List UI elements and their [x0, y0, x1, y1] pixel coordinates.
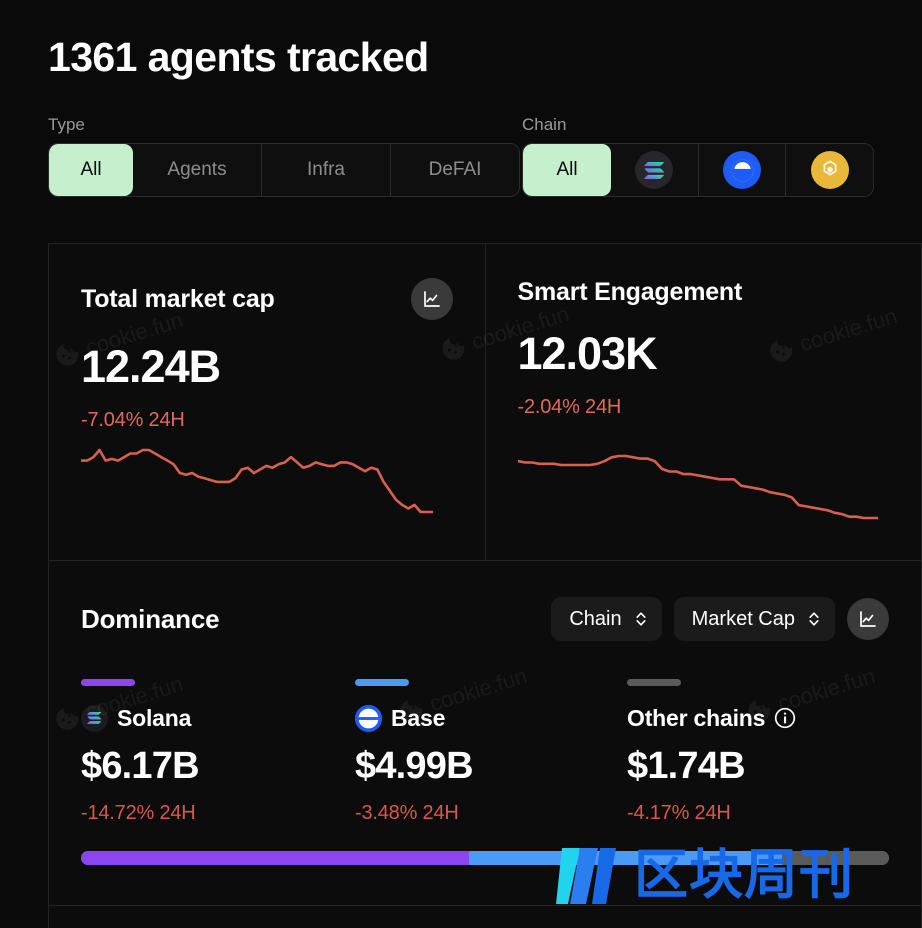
stat-value: 12.03K: [517, 328, 658, 379]
dashboard-page: 1361 agents tracked Type All Agents Infr…: [0, 0, 922, 928]
chain-filter-label: Chain: [522, 115, 567, 134]
chain-filter-group: Chain All: [522, 116, 874, 197]
dominance-item-name: Solana: [117, 704, 192, 731]
group-by-select-value: Chain: [569, 607, 622, 630]
stat-card-header: Total market cap: [81, 278, 453, 320]
dominance-item-other-chains: Other chains $1.74B -4.17% 24H: [627, 679, 889, 825]
stat-title: Total market cap: [81, 284, 275, 313]
type-tab-infra[interactable]: Infra: [262, 144, 391, 196]
type-tab-defai[interactable]: DeFAI: [391, 144, 519, 196]
metric-select-value: Market Cap: [691, 607, 795, 630]
dominance-progress-segment-other: [782, 851, 889, 865]
dominance-item-header: Other chains: [627, 703, 889, 733]
dominance-stats: Solana $6.17B -14.72% 24H Base $4.99B -3…: [81, 679, 889, 825]
chain-tab-bnb[interactable]: [786, 144, 873, 196]
chain-segmented-control: All: [522, 143, 874, 197]
dominance-title: Dominance: [81, 603, 220, 634]
dominance-item-value: $6.17B: [81, 745, 200, 787]
dominance-progress-bar[interactable]: [81, 851, 889, 865]
stat-title: Smart Engagement: [517, 278, 743, 306]
stat-change: -2.04% 24H: [517, 396, 622, 418]
metric-select[interactable]: Market Cap: [673, 597, 835, 641]
panel-next-section: [49, 906, 921, 928]
solana-icon: [635, 151, 674, 189]
type-segmented-control: All Agents Infra DeFAI: [48, 143, 520, 197]
dominance-item-value: $1.74B: [627, 745, 746, 787]
chevron-updown-icon: [636, 612, 646, 626]
bnb-icon: [810, 151, 849, 189]
dominance-item-value: $4.99B: [355, 745, 474, 787]
base-icon: [355, 704, 382, 732]
type-filter-label: Type: [48, 115, 85, 134]
dominance-item-change: -4.17% 24H: [627, 802, 731, 824]
stat-card-total-market-cap: Total market cap 12.24B -7.04% 24H: [49, 244, 486, 560]
market-cap-sparkline: [81, 448, 433, 514]
chain-tab-all[interactable]: All: [523, 144, 611, 196]
type-tab-agents[interactable]: Agents: [133, 144, 262, 196]
base-icon: [723, 151, 761, 189]
stat-value: 12.24B: [81, 341, 221, 392]
line-chart-icon-button[interactable]: [410, 278, 453, 320]
group-by-select[interactable]: Chain: [551, 597, 662, 641]
type-filter-group: Type All Agents Infra DeFAI: [48, 116, 522, 197]
type-tab-all[interactable]: All: [49, 144, 133, 196]
dominance-header: Dominance Chain Market Cap: [81, 597, 889, 641]
solana-icon: [81, 704, 108, 732]
dominance-controls: Chain Market Cap: [551, 597, 889, 641]
dominance-chart-icon-button[interactable]: [847, 598, 889, 640]
line-chart-icon: [860, 611, 876, 627]
stat-cards-row: Total market cap 12.24B -7.04% 24H Smart…: [49, 244, 921, 561]
stat-change: -7.04% 24H: [81, 409, 185, 431]
dominance-item-name: Other chains: [627, 704, 766, 731]
chevron-updown-icon: [809, 612, 819, 626]
dominance-color-tick: [627, 679, 681, 686]
dominance-color-tick: [355, 679, 409, 686]
dominance-item-header: Solana: [81, 703, 355, 733]
dominance-color-tick: [81, 679, 135, 686]
dominance-item-change: -3.48% 24H: [355, 802, 459, 824]
line-chart-icon: [423, 291, 440, 307]
stat-card-smart-engagement: Smart Engagement 12.03K -2.04% 24H: [486, 244, 922, 560]
dominance-progress-segment-base: [468, 851, 783, 865]
filters-bar: Type All Agents Infra DeFAI Chain All: [48, 116, 874, 197]
dominance-item-base: Base $4.99B -3.48% 24H: [355, 679, 627, 825]
dominance-item-solana: Solana $6.17B -14.72% 24H: [81, 679, 355, 825]
smart-engagement-sparkline: [517, 454, 878, 520]
chain-tab-base[interactable]: [698, 144, 787, 196]
dominance-section: Dominance Chain Market Cap Solana $6.17B…: [49, 561, 921, 906]
dominance-item-change: -14.72% 24H: [81, 802, 196, 824]
dominance-progress-segment-solana: [81, 851, 469, 865]
stat-card-header: Smart Engagement: [518, 278, 890, 307]
page-title: 1361 agents tracked: [48, 34, 429, 80]
dominance-item-name: Base: [391, 704, 446, 731]
metrics-panel: Total market cap 12.24B -7.04% 24H Smart…: [48, 243, 922, 928]
info-icon[interactable]: [774, 707, 796, 729]
chain-tab-solana[interactable]: [611, 144, 699, 196]
dominance-item-header: Base: [355, 703, 627, 733]
